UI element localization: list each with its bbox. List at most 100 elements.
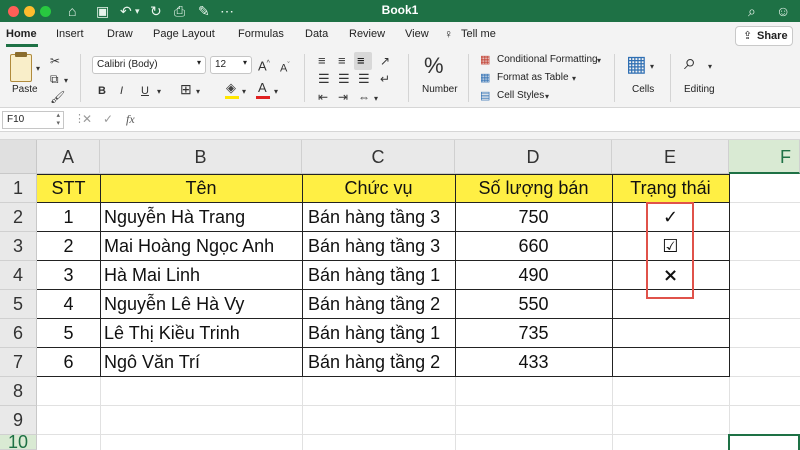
align-bottom-button[interactable]: ≡	[354, 52, 372, 70]
conditional-formatting-button[interactable]: Conditional Formatting	[497, 54, 598, 65]
wrap-text-icon[interactable]: ↵	[380, 72, 390, 86]
copy-icon[interactable]: ⧉	[50, 72, 59, 86]
name-box-stepper-icon[interactable]: ▴ ▾	[56, 112, 60, 128]
format-painter-icon[interactable]: 🖌	[50, 90, 65, 104]
row-header-1[interactable]: 1	[0, 174, 37, 203]
font-size-select[interactable]: 12 ▾	[210, 56, 252, 74]
editing-label[interactable]: Editing	[684, 84, 715, 95]
align-middle-icon[interactable]: ≡	[338, 54, 346, 68]
increase-indent-icon[interactable]: ⇥	[338, 90, 348, 104]
align-top-icon[interactable]: ≡	[318, 54, 326, 68]
tab-home[interactable]: Home	[6, 28, 37, 40]
format-as-table-button[interactable]: Format as Table	[497, 72, 569, 83]
share-button[interactable]: ⇪ Share	[735, 26, 793, 46]
cell-chuc-vu[interactable]: Bán hàng tầng 3	[302, 232, 455, 261]
borders-icon[interactable]: ⊞	[180, 82, 192, 96]
cell-so-luong[interactable]: 750	[455, 203, 612, 232]
orientation-icon[interactable]: ↗	[380, 54, 390, 68]
column-header-e[interactable]: E	[612, 140, 729, 174]
cell-stt[interactable]: 2	[37, 232, 100, 261]
cancel-icon[interactable]: ✕	[82, 112, 92, 126]
align-left-icon[interactable]: ☰	[318, 72, 330, 86]
cell-so-luong[interactable]: 490	[455, 261, 612, 290]
tab-insert[interactable]: Insert	[56, 28, 84, 40]
column-header-b[interactable]: B	[100, 140, 302, 174]
decrease-font-icon[interactable]: Aˇ	[280, 59, 290, 76]
paste-dropdown-icon[interactable]: ▾	[36, 62, 40, 76]
tab-page-layout[interactable]: Page Layout	[153, 28, 215, 40]
row-header-6[interactable]: 6	[0, 319, 37, 348]
align-right-icon[interactable]: ☰	[358, 72, 370, 86]
number-label[interactable]: Number	[422, 84, 458, 95]
cells-label[interactable]: Cells	[632, 84, 654, 95]
name-box[interactable]: F10 ▴ ▾	[2, 111, 64, 129]
row-header-3[interactable]: 3	[0, 232, 37, 261]
percent-icon[interactable]: %	[424, 54, 444, 78]
cell-so-luong[interactable]: 433	[455, 348, 612, 377]
search-icon[interactable]: ⌕	[748, 2, 756, 20]
cell-stt[interactable]: 6	[37, 348, 100, 377]
underline-dropdown-icon[interactable]: ▾	[157, 85, 161, 99]
cell-ten[interactable]: Ngô Văn Trí	[100, 348, 302, 377]
insert-function-button[interactable]: fx	[126, 112, 135, 127]
fill-dropdown-icon[interactable]: ▾	[242, 85, 246, 99]
chevron-down-icon[interactable]: ▾	[572, 72, 576, 86]
decrease-indent-icon[interactable]: ⇤	[318, 90, 328, 104]
cell-trang-thai[interactable]	[612, 319, 729, 348]
header-so-luong-ban[interactable]: Số lượng bán	[455, 174, 612, 203]
chevron-down-icon[interactable]: ▾	[650, 60, 654, 74]
font-color-dropdown-icon[interactable]: ▾	[274, 85, 278, 99]
row-header-10[interactable]: 10	[0, 435, 37, 450]
row-header-4[interactable]: 4	[0, 261, 37, 290]
borders-dropdown-icon[interactable]: ▾	[196, 85, 200, 99]
fill-color-icon[interactable]: ◈	[226, 81, 236, 95]
column-header-c[interactable]: C	[302, 140, 455, 174]
cell-stt[interactable]: 3	[37, 261, 100, 290]
cell-chuc-vu[interactable]: Bán hàng tầng 2	[302, 348, 455, 377]
header-trang-thai[interactable]: Trạng thái	[612, 174, 729, 203]
row-header-2[interactable]: 2	[0, 203, 37, 232]
tab-formulas[interactable]: Formulas	[238, 28, 284, 40]
cell-stt[interactable]: 4	[37, 290, 100, 319]
cell-ten[interactable]: Lê Thị Kiều Trinh	[100, 319, 302, 348]
cell-ten[interactable]: Mai Hoàng Ngọc Anh	[100, 232, 302, 261]
header-stt[interactable]: STT	[37, 174, 100, 203]
tab-data[interactable]: Data	[305, 28, 328, 40]
cut-icon[interactable]: ✂	[50, 54, 60, 68]
cell-styles-button[interactable]: Cell Styles	[497, 90, 544, 101]
chevron-down-icon[interactable]: ▾	[597, 54, 601, 68]
merge-dropdown-icon[interactable]: ▾	[374, 92, 378, 106]
cells-icon[interactable]: ▦	[626, 52, 647, 76]
cell-ten[interactable]: Nguyễn Lê Hà Vy	[100, 290, 302, 319]
cell-so-luong[interactable]: 660	[455, 232, 612, 261]
selected-cell-f10[interactable]	[728, 434, 800, 450]
cell-chuc-vu[interactable]: Bán hàng tầng 1	[302, 261, 455, 290]
column-header-a[interactable]: A	[37, 140, 100, 174]
cell-stt[interactable]: 1	[37, 203, 100, 232]
merge-center-icon[interactable]: ⇔	[358, 90, 370, 104]
cell-stt[interactable]: 5	[37, 319, 100, 348]
row-header-9[interactable]: 9	[0, 406, 37, 435]
column-header-f[interactable]: F	[729, 140, 800, 174]
font-name-select[interactable]: Calibri (Body) ▾	[92, 56, 206, 74]
cell-trang-thai[interactable]	[612, 348, 729, 377]
find-icon[interactable]: ⌕	[684, 50, 696, 74]
chevron-down-icon[interactable]: ▾	[708, 60, 712, 74]
italic-button[interactable]: I	[120, 84, 123, 98]
cell-chuc-vu[interactable]: Bán hàng tầng 3	[302, 203, 455, 232]
row-header-8[interactable]: 8	[0, 377, 37, 406]
account-icon[interactable]: ☺	[776, 2, 790, 20]
header-ten[interactable]: Tên	[100, 174, 302, 203]
select-all-corner[interactable]	[0, 140, 37, 174]
cell-chuc-vu[interactable]: Bán hàng tầng 1	[302, 319, 455, 348]
paste-icon[interactable]	[10, 52, 32, 82]
column-header-d[interactable]: D	[455, 140, 612, 174]
enter-icon[interactable]: ✓	[103, 112, 113, 126]
cell-ten[interactable]: Nguyễn Hà Trang	[100, 203, 302, 232]
tab-view[interactable]: View	[405, 28, 429, 40]
chevron-down-icon[interactable]: ▾	[545, 90, 549, 104]
tell-me-search[interactable]: Tell me	[461, 28, 496, 40]
cell-so-luong[interactable]: 735	[455, 319, 612, 348]
font-color-icon[interactable]: A	[258, 81, 267, 95]
cell-ten[interactable]: Hà Mai Linh	[100, 261, 302, 290]
